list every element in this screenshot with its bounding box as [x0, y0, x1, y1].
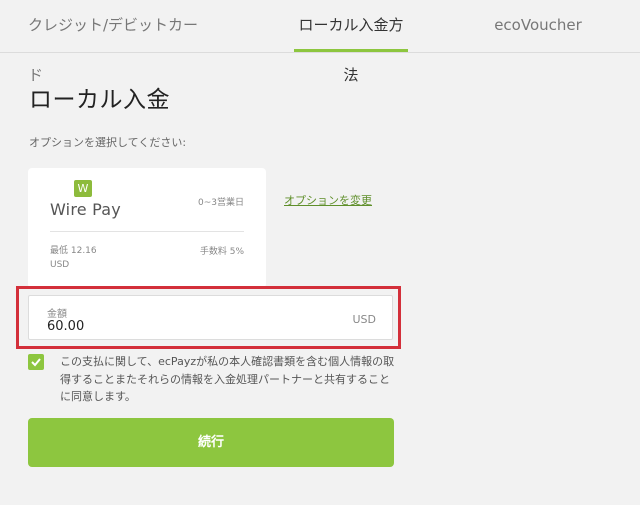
tab-ecovoucher[interactable]: ecoVoucher: [488, 0, 588, 50]
payment-method-tabs: クレジット/デビットカード ローカル入金方法 ecoVoucher: [0, 0, 640, 84]
processing-time: 0~3営業日: [198, 198, 244, 208]
fee-label: 手数料 5%: [199, 247, 244, 257]
change-option-link[interactable]: オプションを変更: [284, 192, 372, 208]
amount-field[interactable]: 金額 60.00 USD: [28, 295, 393, 340]
select-option-prompt: オプションを選択してください:: [29, 136, 187, 149]
amount-currency: USD: [352, 313, 376, 326]
page-title: ローカル入金: [29, 87, 170, 113]
wire-pay-logo-icon: W: [74, 180, 92, 197]
minimum-amount: 最低 12.16 USD: [50, 244, 97, 272]
active-tab-indicator: [294, 49, 408, 52]
consent-checkbox[interactable]: [28, 354, 44, 370]
consent-text: この支払に関して、ecPayzが私の本人確認書類を含む個人情報の取得することまた…: [60, 355, 395, 403]
tab-local-payment[interactable]: ローカル入金方法: [292, 0, 410, 84]
minimum-amount-currency: USD: [50, 260, 70, 270]
minimum-amount-value: 最低 12.16: [50, 246, 97, 256]
card-divider: [50, 231, 244, 232]
amount-label: 金額: [47, 309, 67, 320]
checkmark-icon: [31, 358, 41, 367]
continue-button[interactable]: 続行: [28, 418, 394, 467]
payment-option-card[interactable]: W Wire Pay 0~3営業日 最低 12.16 USD 手数料 5%: [28, 168, 266, 288]
wire-pay-logo-text: Wire Pay: [50, 200, 121, 219]
amount-input[interactable]: 60.00: [47, 319, 84, 334]
tab-credit-debit-card[interactable]: クレジット/デビットカード: [28, 0, 208, 84]
